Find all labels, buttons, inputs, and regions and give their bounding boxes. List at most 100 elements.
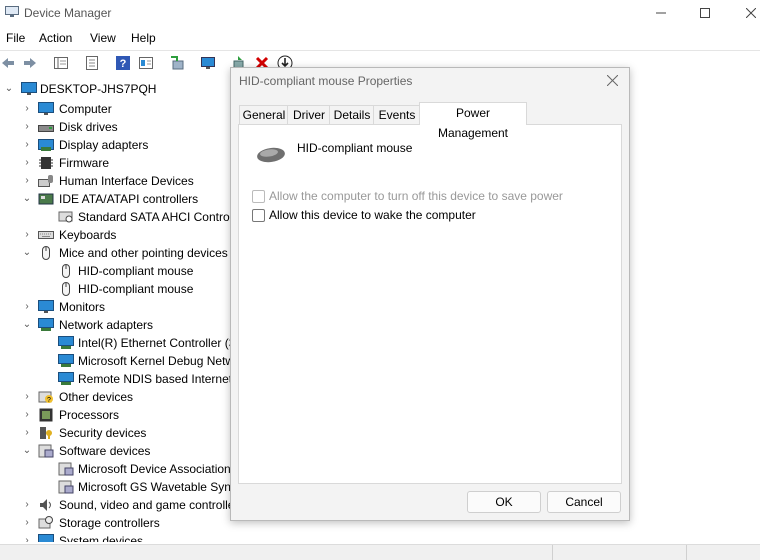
view-resources-icon[interactable] <box>138 55 154 71</box>
network-adapter-icon <box>58 336 74 349</box>
menu-file[interactable]: File <box>6 31 25 45</box>
tree-item-label: Remote NDIS based Internet Sharing Devic… <box>78 372 232 386</box>
allow-turn-off-label: Allow the computer to turn off this devi… <box>269 189 563 203</box>
system-device-icon <box>38 534 54 542</box>
chevron-down-icon[interactable]: ⌄ <box>22 442 32 460</box>
tree-item-label: Processors <box>59 408 120 422</box>
chevron-right-icon[interactable]: › <box>22 496 32 514</box>
allow-wake-checkbox[interactable] <box>252 209 265 222</box>
tree-item-label: System devices <box>59 534 144 542</box>
chevron-down-icon[interactable]: ⌄ <box>4 80 14 98</box>
chevron-right-icon[interactable]: › <box>22 514 32 532</box>
tab-general[interactable]: General <box>239 105 289 125</box>
allow-wake-label: Allow this device to wake the computer <box>269 208 476 222</box>
other-devices-icon: ? <box>38 391 53 404</box>
chevron-right-icon[interactable]: › <box>22 172 32 190</box>
hid-icon <box>38 175 53 187</box>
status-bar <box>0 544 760 560</box>
tree-item-label: Software devices <box>59 444 151 458</box>
cancel-button[interactable]: Cancel <box>547 491 621 513</box>
storage-controller-icon <box>38 516 53 529</box>
svg-text:?: ? <box>47 397 51 404</box>
mouse-icon <box>62 264 70 278</box>
chevron-right-icon[interactable]: › <box>22 226 32 244</box>
device-tree: ⌄ DESKTOP-JHS7PQH › Computer › Disk driv… <box>0 80 232 542</box>
device-manager-icon <box>5 6 19 17</box>
keyboard-icon <box>38 231 54 239</box>
properties-dialog: HID-compliant mouse Properties General D… <box>230 67 630 521</box>
dialog-close-button[interactable] <box>603 72 621 90</box>
allow-turn-off-checkbox[interactable] <box>252 190 265 203</box>
maximize-button[interactable] <box>682 0 728 26</box>
tree-item-label: Intel(R) Ethernet Controller (3) <box>78 336 232 350</box>
close-button[interactable] <box>728 0 760 26</box>
svg-text:?: ? <box>120 58 127 70</box>
software-device-icon <box>58 462 74 476</box>
chevron-right-icon[interactable]: › <box>22 388 32 406</box>
status-divider <box>686 545 687 560</box>
device-name: HID-compliant mouse <box>297 141 413 155</box>
chevron-right-icon[interactable]: › <box>22 136 32 154</box>
software-device-icon <box>58 480 74 494</box>
network-adapter-icon <box>58 372 74 385</box>
minimize-icon <box>656 12 666 14</box>
mouse-icon <box>42 246 50 260</box>
tree-item-label: Firmware <box>59 156 109 170</box>
tab-driver[interactable]: Driver <box>287 105 331 125</box>
dialog-title: HID-compliant mouse Properties <box>239 74 413 88</box>
menu-view[interactable]: View <box>90 31 116 45</box>
menu-bar: File Action View Help <box>0 30 760 48</box>
title-bar: Device Manager <box>0 0 760 28</box>
disk-drive-icon <box>38 125 54 132</box>
chevron-down-icon[interactable]: ⌄ <box>22 316 32 334</box>
tree-item-label: Microsoft Device Association Root Enumer… <box>78 462 232 476</box>
software-device-icon <box>38 444 54 458</box>
chevron-down-icon[interactable]: ⌄ <box>22 190 32 208</box>
tree-item-label: Security devices <box>59 426 147 440</box>
menu-help[interactable]: Help <box>131 31 156 45</box>
chevron-right-icon[interactable]: › <box>22 100 32 118</box>
computer-monitor-icon[interactable] <box>200 55 216 71</box>
chevron-right-icon[interactable]: › <box>22 532 32 542</box>
tree-item-label: Computer <box>59 102 112 116</box>
properties-icon[interactable] <box>84 55 100 71</box>
tab-power-management[interactable]: Power Management <box>419 102 527 140</box>
display-adapter-icon <box>38 139 54 151</box>
chevron-right-icon[interactable]: › <box>22 154 32 172</box>
computer-icon <box>38 102 54 115</box>
close-icon <box>606 74 618 87</box>
network-adapter-icon <box>38 318 54 331</box>
window-title: Device Manager <box>24 6 112 20</box>
close-icon <box>746 8 756 18</box>
tree-item-label: Mice and other pointing devices <box>59 246 228 260</box>
chevron-right-icon[interactable]: › <box>22 298 32 316</box>
power-management-panel: HID-compliant mouse Allow the computer t… <box>238 124 622 484</box>
sata-controller-icon <box>58 211 73 223</box>
chevron-right-icon[interactable]: › <box>22 406 32 424</box>
tab-events[interactable]: Events <box>373 105 421 125</box>
chevron-right-icon[interactable]: › <box>22 424 32 442</box>
tree-item-label: Storage controllers <box>59 516 160 530</box>
tree-root-label: DESKTOP-JHS7PQH <box>40 82 157 96</box>
tree-item-label: Disk drives <box>59 120 118 134</box>
tab-details[interactable]: Details <box>329 105 375 125</box>
tree-item-label: Microsoft GS Wavetable Synth <box>78 480 232 494</box>
tree-item-label: Display adapters <box>59 138 149 152</box>
chevron-right-icon[interactable]: › <box>22 118 32 136</box>
mouse-device-icon <box>257 147 285 163</box>
chevron-down-icon[interactable]: ⌄ <box>22 244 32 262</box>
firmware-icon <box>39 157 53 169</box>
minimize-button[interactable] <box>638 0 684 26</box>
scan-hardware-icon[interactable] <box>169 55 185 71</box>
menu-action[interactable]: Action <box>39 31 72 45</box>
show-hide-tree-icon[interactable] <box>53 55 69 71</box>
network-adapter-icon <box>58 354 74 367</box>
forward-icon[interactable] <box>22 55 38 71</box>
tree-item-label: Human Interface Devices <box>59 174 194 188</box>
help-icon[interactable]: ? <box>115 55 131 71</box>
ok-button[interactable]: OK <box>467 491 541 513</box>
security-device-icon <box>40 427 52 439</box>
tree-item-label: Sound, video and game controllers <box>59 498 232 512</box>
tree-item-label: IDE ATA/ATAPI controllers <box>59 192 199 206</box>
back-icon[interactable] <box>0 55 16 71</box>
